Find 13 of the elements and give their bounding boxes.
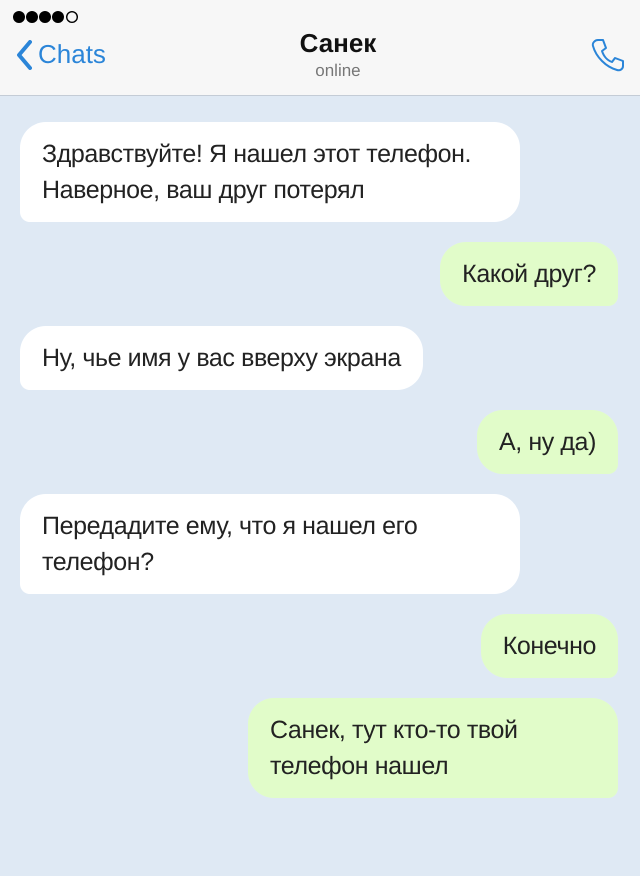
phone-icon[interactable] xyxy=(590,36,626,72)
incoming-message: Передадите ему, что я нашел его телефон? xyxy=(20,494,520,594)
outgoing-message: А, ну да) xyxy=(476,410,618,474)
outgoing-message: Какой друг? xyxy=(440,242,618,306)
outgoing-message: Конечно xyxy=(480,614,618,678)
incoming-message: Здравствуйте! Я нашел этот телефон. Наверное, ваш друг потерял xyxy=(20,122,520,222)
contact-status: online xyxy=(315,61,361,81)
outgoing-message: Санек, тут кто-то твой телефон нашел xyxy=(248,698,618,798)
back-chevron-icon xyxy=(16,40,32,70)
back-button[interactable]: Chats xyxy=(16,39,106,70)
signal-icon xyxy=(12,10,80,24)
incoming-message: Ну, чье имя у вас вверху экрана xyxy=(20,326,423,390)
contact-name: Санек xyxy=(300,28,376,59)
